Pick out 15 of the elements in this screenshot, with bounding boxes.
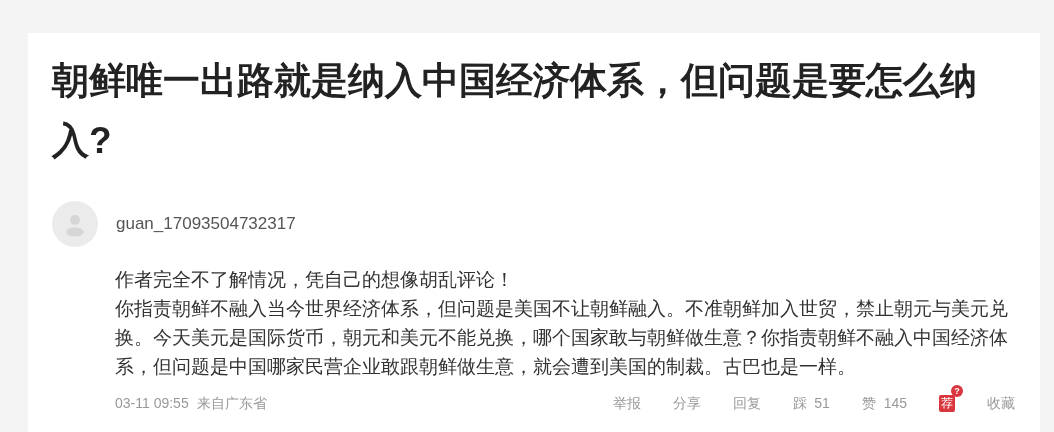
recommend-badge[interactable]: 荐 [939, 395, 955, 412]
comment-time: 03-11 09:55 [115, 394, 189, 413]
article-title: 朝鲜唯一出路就是纳入中国经济体系，但问题是要怎么纳入? [52, 59, 978, 163]
comment-text: 作者完全不了解情况，凭自己的想像胡乱评论！ [115, 268, 515, 292]
action-link[interactable]: 收藏 [987, 393, 1015, 414]
action-link[interactable]: 举报 [612, 393, 641, 414]
vote-button[interactable]: 踩 51 [792, 393, 830, 414]
avatar-icon [52, 201, 98, 247]
comment-location: 来自广东省 [196, 394, 267, 413]
comment-text: 你指责朝鲜不融入当今世界经济体系，但问题是美国不让朝鲜融入。不准朝鲜加入世贸，禁止朝元与美元兑换。今天美元是国际货币，朝元和美元不能兑换，哪个国家敢与朝鲜做生意？你指责朝鲜不融入中国经济体系，但问题是中国哪家民营企业敢跟朝鲜做生意，就会遭到美国的制裁。古巴也是一样。 [115, 297, 1009, 379]
help-badge[interactable]: ? [951, 385, 963, 397]
action-link[interactable]: 回复 [732, 393, 761, 414]
username[interactable]: guan_17093504732317 [116, 211, 296, 237]
vote-button[interactable]: 赞 145 [861, 393, 907, 414]
action-link[interactable]: 分享 [672, 393, 701, 414]
